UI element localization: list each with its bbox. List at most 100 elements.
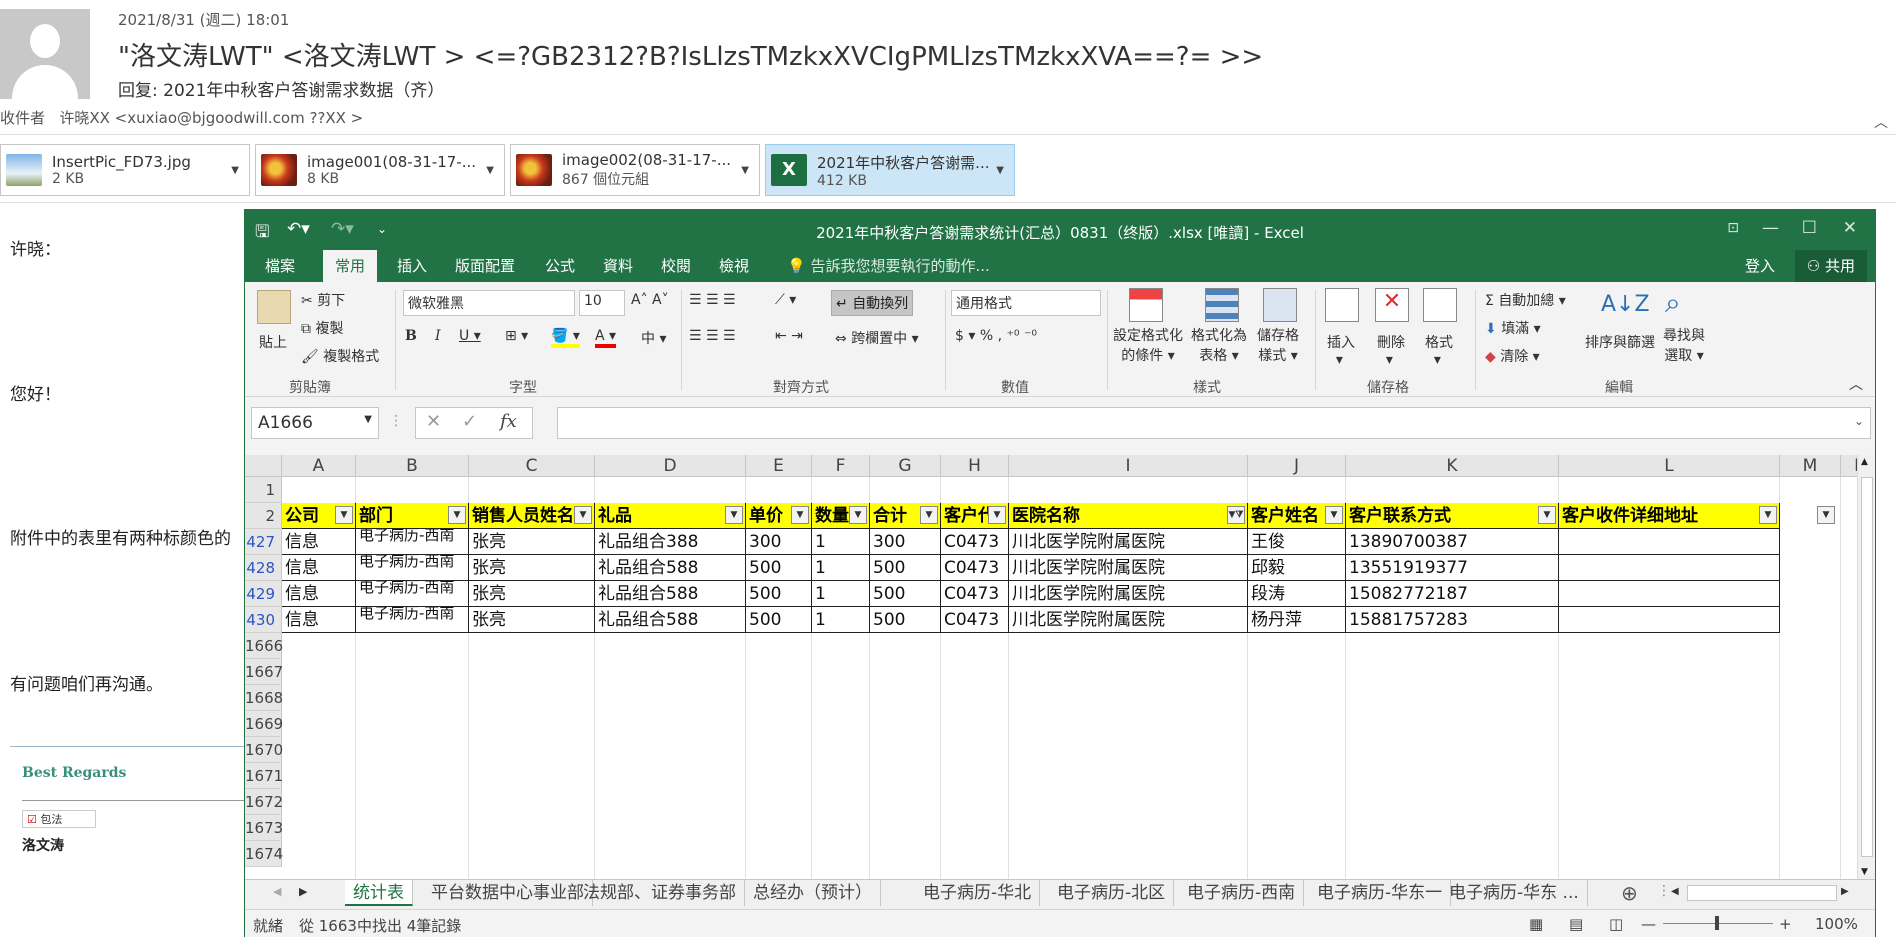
filter-dropdown-icon[interactable]: ▼ (1538, 506, 1556, 524)
filter-active-icon[interactable]: ▼⧩ (1227, 506, 1245, 524)
row-header[interactable]: 429 (245, 581, 282, 607)
table-cell[interactable]: 电子病历-西南 (356, 581, 469, 607)
sheet-tab[interactable]: 电子病历-华北 (915, 880, 1041, 906)
column-header-k[interactable]: K (1346, 455, 1559, 477)
column-header-c[interactable]: C (469, 455, 595, 477)
table-cell[interactable] (1559, 607, 1780, 633)
column-header-g[interactable]: G (870, 455, 941, 477)
sheet-tab[interactable]: 电子病历-西南 (1179, 880, 1305, 906)
attachment-item[interactable]: image001(08-31-17-... 8 KB ▼ (255, 144, 505, 196)
row-header[interactable]: 2 (245, 503, 282, 529)
vertical-scrollbar[interactable]: ▲ ▼ (1857, 455, 1875, 879)
chevron-down-icon[interactable]: ▼ (741, 165, 749, 176)
table-cell[interactable] (1559, 581, 1780, 607)
table-cell[interactable]: 川北医学院附属医院 (1009, 581, 1248, 607)
fill-color-icon[interactable]: 🪣 ▾ (551, 328, 580, 348)
table-cell[interactable]: 500 (870, 581, 941, 607)
column-header-b[interactable]: B (356, 455, 469, 477)
header-cell[interactable]: 单价 ▼ (746, 503, 812, 529)
formula-input[interactable]: ⌄ (557, 407, 1871, 439)
table-cell[interactable]: 川北医学院附属医院 (1009, 529, 1248, 555)
drag-handle-icon[interactable]: ⋮ (1657, 883, 1671, 899)
font-name-select[interactable]: 微软雅黑 (403, 290, 575, 316)
table-cell[interactable]: 电子病历-西南 (356, 529, 469, 555)
filter-dropdown-icon[interactable]: ▼ (1817, 506, 1835, 524)
filter-dropdown-icon[interactable]: ▼ (791, 506, 809, 524)
row-header[interactable]: 430 (245, 607, 282, 633)
scroll-right-icon[interactable]: ▶ (1841, 886, 1849, 897)
table-cell[interactable]: C0473 (941, 529, 1009, 555)
close-icon[interactable]: ✕ (1843, 218, 1857, 238)
table-cell[interactable]: 13551919377 (1346, 555, 1559, 581)
sheet-tab[interactable]: 平台数据中心事业部 (423, 880, 593, 906)
header-cell[interactable]: 客户姓名 ▼ (1248, 503, 1346, 529)
row-header[interactable]: 427 (245, 529, 282, 555)
column-header-j[interactable]: J (1248, 455, 1346, 477)
filter-dropdown-icon[interactable]: ▼ (448, 506, 466, 524)
table-cell[interactable]: C0473 (941, 581, 1009, 607)
header-cell[interactable]: 公司 ▼ (282, 503, 356, 529)
column-header-l[interactable]: L (1559, 455, 1780, 477)
zoom-out-icon[interactable]: — (1641, 915, 1656, 933)
sheet-tab[interactable]: 电子病历-北区 (1049, 880, 1175, 906)
table-cell[interactable]: 张亮 (469, 581, 595, 607)
expand-formula-icon[interactable]: ⌄ (1854, 414, 1864, 428)
column-header-a[interactable]: A (282, 455, 356, 477)
name-box[interactable]: A1666 ▼ (251, 407, 379, 439)
table-cell[interactable]: 500 (870, 607, 941, 633)
table-cell[interactable] (1559, 555, 1780, 581)
table-cell[interactable]: 信息 (282, 529, 356, 555)
paste-button[interactable]: 貼上 (259, 332, 287, 352)
orientation-icon[interactable]: ⟋ ▾ (775, 292, 796, 308)
table-cell[interactable]: 川北医学院附属医院 (1009, 607, 1248, 633)
cancel-icon[interactable]: ✕ (426, 411, 441, 432)
clear-button[interactable]: ◆ 清除 ▾ (1485, 346, 1540, 366)
worksheet-grid[interactable]: ABCDEFGHIJKLMN 1242742842943016661667166… (245, 455, 1857, 879)
table-cell[interactable]: 500 (746, 581, 812, 607)
header-cell[interactable]: 数量 ▼ (812, 503, 870, 529)
table-cell[interactable]: 邱毅 (1248, 555, 1346, 581)
table-cell[interactable]: 张亮 (469, 607, 595, 633)
drag-handle-icon[interactable]: ⋮ (389, 413, 403, 429)
attachment-item[interactable]: image002(08-31-17-... 867 個位元組 ▼ (510, 144, 760, 196)
table-cell[interactable]: C0473 (941, 555, 1009, 581)
fx-icon[interactable]: fx (500, 411, 517, 432)
header-cell[interactable]: 销售人员姓名 ▼ (469, 503, 595, 529)
format-as-table-icon[interactable] (1205, 288, 1239, 322)
table-cell[interactable]: 信息 (282, 555, 356, 581)
sheet-tab[interactable]: 总经办（预计） (745, 880, 881, 906)
sheet-tab[interactable]: 电子病历-华东 ... (1441, 880, 1588, 906)
conditional-format-button[interactable]: 設定格式化 的條件 ▾ (1113, 326, 1183, 366)
table-cell[interactable]: 信息 (282, 581, 356, 607)
page-break-view-icon[interactable]: ◫ (1609, 915, 1623, 933)
normal-view-icon[interactable]: ▦ (1529, 915, 1543, 933)
column-header-f[interactable]: F (812, 455, 870, 477)
zoom-in-icon[interactable]: + (1779, 915, 1792, 933)
column-header-e[interactable]: E (746, 455, 812, 477)
sheet-tab-active[interactable]: 统计表 (345, 880, 413, 906)
insert-cells-button[interactable]: 插入 ▾ (1327, 332, 1355, 368)
format-as-table-button[interactable]: 格式化為 表格 ▾ (1191, 326, 1247, 366)
tab-view[interactable]: 檢視 (707, 250, 761, 282)
row-header[interactable]: 428 (245, 555, 282, 581)
row-header[interactable]: 1671 (245, 763, 283, 789)
collapse-header-icon[interactable]: ︿ (1874, 112, 1888, 132)
cut-button[interactable]: ✂ 剪下 (301, 290, 345, 310)
table-cell[interactable]: 电子病历-西南 (356, 607, 469, 633)
sheet-tab[interactable]: 电子病历-华东一 (1309, 880, 1452, 906)
chevron-down-icon[interactable]: ▼ (486, 165, 494, 176)
column-header-n[interactable]: N (1841, 455, 1857, 477)
next-sheet-icon[interactable]: ▶ (299, 885, 307, 898)
filter-dropdown-icon[interactable]: ▼ (1759, 506, 1777, 524)
horizontal-scrollbar[interactable] (1687, 885, 1837, 901)
table-cell[interactable]: 信息 (282, 607, 356, 633)
paste-icon[interactable] (257, 290, 291, 324)
row-header[interactable]: 1668 (245, 685, 283, 711)
table-cell[interactable]: 1 (812, 555, 870, 581)
row-header[interactable]: 1672 (245, 789, 283, 815)
table-cell[interactable]: 500 (746, 555, 812, 581)
table-cell[interactable]: 15881757283 (1346, 607, 1559, 633)
font-grow-shrink-icon[interactable]: A˄ A˅ (631, 292, 669, 308)
row-header[interactable]: 1667 (245, 659, 283, 685)
table-cell[interactable]: 杨丹萍 (1248, 607, 1346, 633)
